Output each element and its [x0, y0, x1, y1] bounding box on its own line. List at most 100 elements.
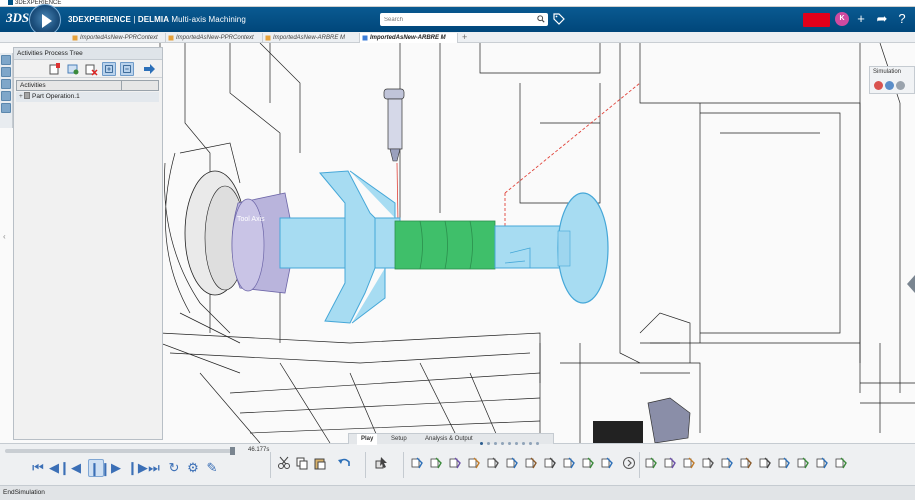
- settings-icon[interactable]: [1, 91, 11, 101]
- workpiece-shaft[interactable]: [279, 170, 609, 324]
- cut-icon[interactable]: [277, 456, 291, 470]
- tab-play[interactable]: Play: [357, 434, 378, 445]
- transform-icon[interactable]: [815, 456, 829, 470]
- tab-arbre-1[interactable]: ImportedAsNew-ARBRE M: [263, 33, 360, 43]
- pause-icon[interactable]: ❙❙: [88, 459, 111, 477]
- document-icon: [72, 35, 78, 41]
- toolpath-icon[interactable]: [562, 456, 576, 470]
- clash-icon[interactable]: [720, 456, 734, 470]
- simulation-view-icon[interactable]: [885, 81, 894, 90]
- play-reverse-icon[interactable]: ◀: [68, 459, 84, 477]
- new-activity-icon[interactable]: [48, 62, 62, 76]
- video-icon[interactable]: [600, 456, 614, 470]
- expand-panel-icon[interactable]: [905, 275, 915, 293]
- layers-icon[interactable]: [1, 103, 11, 113]
- left-toolbar: [0, 53, 13, 128]
- document-icon: [168, 35, 174, 41]
- milling-tool-icon[interactable]: [429, 456, 443, 470]
- ribbon-page-dots[interactable]: [480, 438, 543, 447]
- dassault-logo-icon[interactable]: 3DS: [6, 10, 29, 26]
- tab-arbre-active[interactable]: ImportedAsNew-ARBRE M: [360, 33, 458, 43]
- document-icon: [265, 35, 271, 41]
- app-logo-icon: [8, 0, 13, 5]
- paste-icon[interactable]: [313, 456, 327, 470]
- layout-icon[interactable]: [834, 456, 848, 470]
- ribbon-tabs: Play Setup Analysis & Output: [348, 433, 554, 447]
- insert-activity-icon[interactable]: [66, 62, 80, 76]
- fixture-assembly: [593, 397, 691, 443]
- status-bar: EndSimulation: [0, 485, 915, 500]
- action-bar: Play Setup Analysis & Output 46.177s ⏮ ◀…: [0, 433, 915, 485]
- step-back-icon[interactable]: ◀❙: [49, 459, 70, 477]
- search-input[interactable]: [380, 13, 530, 26]
- ribbon-separator: [270, 452, 271, 478]
- drill-tool-icon[interactable]: [410, 456, 424, 470]
- select-tool-icon[interactable]: [375, 456, 389, 470]
- material-icon[interactable]: [739, 456, 753, 470]
- simulation-record-icon[interactable]: [874, 81, 883, 90]
- part-icon[interactable]: [505, 456, 519, 470]
- expand-tree-icon[interactable]: [102, 62, 116, 76]
- simulation-settings-icon[interactable]: [896, 81, 905, 90]
- app-title: 3DEXPERIENCE | DELMIA Multi-axis Machini…: [68, 15, 246, 24]
- compass-view-icon[interactable]: [1, 67, 11, 77]
- tag-icon[interactable]: [553, 13, 565, 25]
- undo-icon[interactable]: [337, 456, 351, 470]
- tree-row-part-operation[interactable]: + Part Operation.1: [16, 92, 159, 102]
- user-avatar[interactable]: K: [835, 12, 849, 26]
- axis-icon[interactable]: [644, 456, 658, 470]
- play-forward-icon[interactable]: ▶: [108, 459, 124, 477]
- chevron-left-icon[interactable]: ‹: [3, 232, 6, 241]
- probe-tool-icon[interactable]: [448, 456, 462, 470]
- document-icon: [362, 35, 368, 41]
- activities-column-header[interactable]: Activities: [16, 80, 159, 91]
- report-icon[interactable]: [758, 456, 772, 470]
- time-slider-handle[interactable]: [230, 447, 235, 455]
- filter-icon[interactable]: [1, 79, 11, 89]
- delete-activity-icon[interactable]: [84, 62, 98, 76]
- activities-panel: Activities Process Tree Activities + Part…: [13, 47, 163, 440]
- lathe-chuck[interactable]: [184, 170, 296, 296]
- sweep-icon[interactable]: [682, 456, 696, 470]
- notification-badge[interactable]: [803, 13, 830, 27]
- options-gear-icon[interactable]: ⚙: [185, 459, 201, 477]
- chevron-right-icon[interactable]: [622, 456, 636, 470]
- output-icon[interactable]: [796, 456, 810, 470]
- machine-icon[interactable]: [486, 456, 500, 470]
- stock-icon[interactable]: [524, 456, 538, 470]
- measure-icon[interactable]: [701, 456, 715, 470]
- search-icon[interactable]: [537, 15, 545, 23]
- arrow-right-icon[interactable]: [142, 62, 156, 76]
- activities-column-2[interactable]: [121, 81, 159, 90]
- tab-analysis-output[interactable]: Analysis & Output: [421, 434, 477, 445]
- cutting-tool[interactable]: [383, 88, 405, 162]
- document-tab-bar: ImportedAsNew-PPRContext ImportedAsNew-P…: [0, 32, 915, 43]
- skip-end-icon[interactable]: ⏭: [146, 459, 162, 477]
- share-icon[interactable]: ➦: [875, 11, 889, 27]
- step-forward-icon[interactable]: ❙▶: [127, 459, 148, 477]
- tree-view-icon[interactable]: [1, 55, 11, 65]
- help-icon[interactable]: ?: [895, 11, 909, 27]
- edit-icon[interactable]: ✎: [204, 459, 220, 477]
- export-icon[interactable]: [777, 456, 791, 470]
- skip-start-icon[interactable]: ⏮: [30, 459, 46, 477]
- fixture-icon[interactable]: [543, 456, 557, 470]
- tool-axis-label: Tool Axis: [237, 216, 265, 223]
- time-slider[interactable]: [5, 449, 235, 453]
- collapse-tree-icon[interactable]: [120, 62, 134, 76]
- analysis-icon[interactable]: [663, 456, 677, 470]
- tool-axis-line: [396, 162, 399, 224]
- compass-play-icon[interactable]: [42, 14, 52, 28]
- tab-pprcontext-2[interactable]: ImportedAsNew-PPRContext: [166, 33, 263, 43]
- add-icon[interactable]: +: [854, 11, 868, 27]
- tab-pprcontext-1[interactable]: ImportedAsNew-PPRContext: [70, 33, 166, 43]
- activities-toolbar: [14, 60, 162, 78]
- tab-setup[interactable]: Setup: [387, 434, 411, 445]
- copy-icon[interactable]: [295, 456, 309, 470]
- tool-assembly-icon[interactable]: [467, 456, 481, 470]
- new-tab-icon[interactable]: +: [462, 32, 467, 43]
- search-box[interactable]: [380, 13, 548, 26]
- replay-icon[interactable]: [581, 456, 595, 470]
- loop-icon[interactable]: ↻: [166, 459, 182, 477]
- simulation-panel: Simulation: [869, 66, 915, 94]
